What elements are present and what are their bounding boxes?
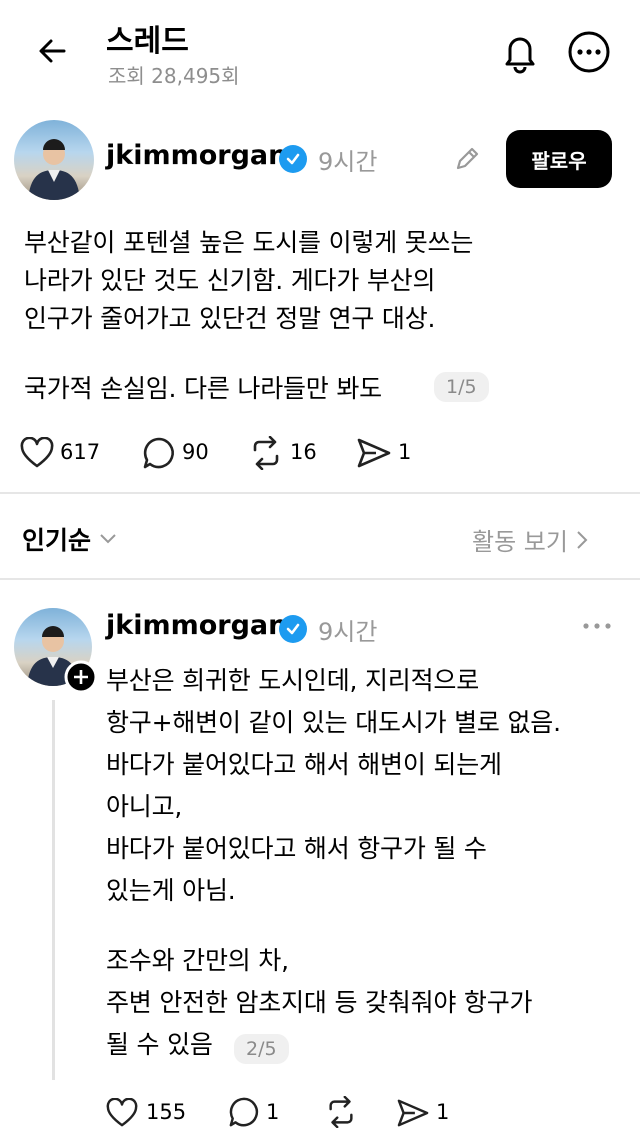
reply-line: 주변 안전한 암초지대 등 갖춰줘야 항구가 (106, 988, 533, 1017)
add-follow-icon[interactable] (64, 660, 98, 694)
reply-line: 조수와 간만의 차, (106, 946, 289, 975)
thread-pager[interactable]: 1/5 (434, 372, 489, 402)
share-icon[interactable] (356, 437, 392, 469)
verified-badge-icon (279, 615, 307, 643)
back-arrow-icon[interactable] (34, 33, 70, 69)
repost-icon[interactable] (324, 1096, 358, 1128)
post-username[interactable]: jkimmorgan (106, 140, 287, 171)
reply-pager[interactable]: 2/5 (234, 1034, 289, 1064)
more-horizontal-icon[interactable] (582, 620, 612, 632)
post-line: 나라가 있단 것도 신기함. 게다가 부산의 (24, 266, 436, 295)
chevron-down-icon (99, 533, 117, 545)
post-line-last: 국가적 손실임. 다른 나라들만 봐도 (24, 374, 382, 403)
post-line: 부산같이 포텐셜 높은 도시를 이렇게 못쓰는 (24, 228, 474, 257)
reply-line: 아니고, (106, 792, 183, 821)
edit-pencil-icon[interactable] (452, 144, 482, 174)
reply-line: 있는게 아님. (106, 876, 236, 905)
comment-icon[interactable] (228, 1096, 260, 1128)
verified-badge-icon (279, 145, 307, 173)
thread-line (52, 700, 55, 1080)
post-line: 인구가 줄어가고 있단건 정말 연구 대상. (24, 304, 436, 333)
reply-time: 9시간 (318, 618, 378, 646)
repost-count: 16 (290, 440, 317, 464)
follow-button[interactable]: 팔로우 (506, 130, 612, 188)
reply-body: 부산은 희귀한 도시인데, 지리적으로 항구+해변이 같이 있는 대도시가 별로… (106, 660, 626, 912)
reply-share-count: 1 (436, 1100, 450, 1124)
reply-like-count: 155 (146, 1100, 187, 1124)
heart-icon[interactable] (20, 437, 54, 469)
share-icon[interactable] (396, 1098, 430, 1128)
avatar[interactable] (14, 120, 94, 200)
bell-icon[interactable] (500, 30, 540, 74)
post-time: 9시간 (318, 148, 378, 176)
reply-comment-count: 1 (266, 1100, 280, 1124)
activity-link[interactable]: 활동 보기 (472, 522, 588, 557)
comment-count: 90 (182, 440, 209, 464)
reply-body-2: 조수와 간만의 차, 주변 안전한 암초지대 등 갖춰줘야 항구가 (106, 940, 626, 1024)
chevron-right-icon (576, 530, 588, 550)
sort-dropdown[interactable]: 인기순 (22, 521, 117, 557)
divider (0, 578, 640, 580)
view-count: 조회 28,495회 (108, 64, 240, 88)
page-title: 스레드 (106, 24, 189, 59)
reply-username[interactable]: jkimmorgan (106, 610, 287, 641)
reply-last-line: 될 수 있음 (106, 1030, 213, 1059)
reply-line: 바다가 붙어있다고 해서 해변이 되는게 (106, 750, 502, 779)
more-options-icon[interactable] (567, 30, 611, 74)
comment-icon[interactable] (142, 436, 176, 470)
divider (0, 492, 640, 494)
reply-line: 바다가 붙어있다고 해서 항구가 될 수 (106, 834, 487, 863)
reply-line: 항구+해변이 같이 있는 대도시가 별로 없음. (106, 708, 561, 737)
reply-line: 부산은 희귀한 도시인데, 지리적으로 (106, 666, 479, 695)
post-body: 부산같이 포텐셜 높은 도시를 이렇게 못쓰는 나라가 있단 것도 신기함. 게… (24, 224, 624, 338)
share-count: 1 (398, 440, 412, 464)
heart-icon[interactable] (106, 1098, 138, 1128)
activity-label: 활동 보기 (472, 528, 568, 556)
sort-label: 인기순 (22, 526, 92, 555)
repost-icon[interactable] (248, 436, 284, 470)
like-count: 617 (60, 440, 101, 464)
